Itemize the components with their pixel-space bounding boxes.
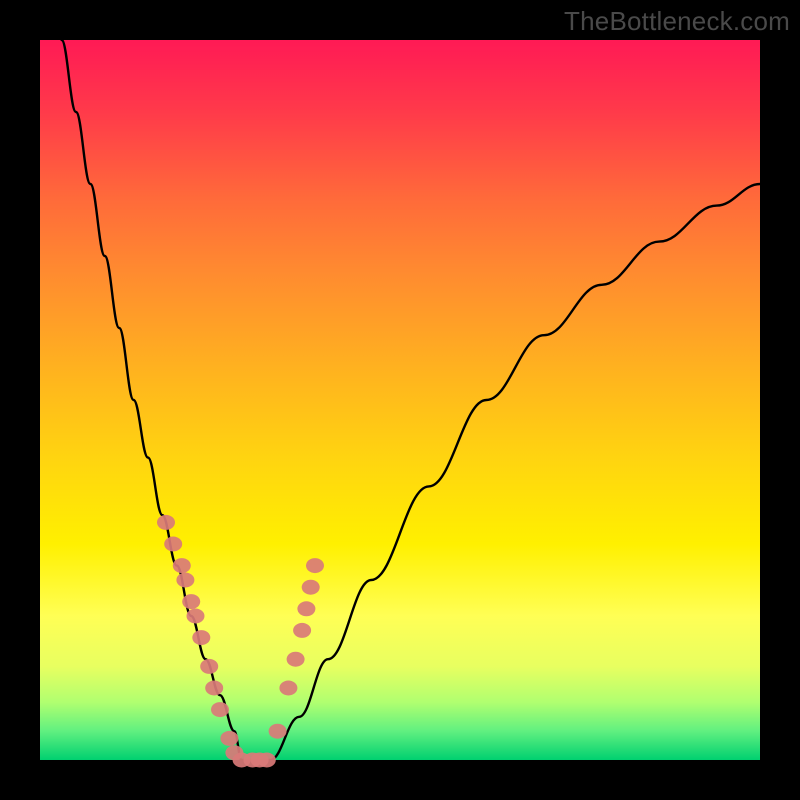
marker-point (220, 731, 238, 746)
marker-point (200, 659, 218, 674)
curve-layer (40, 40, 760, 760)
marker-point (293, 623, 311, 638)
highlight-points (157, 515, 324, 768)
marker-point (173, 558, 191, 573)
marker-point (258, 753, 276, 768)
marker-point (164, 537, 182, 552)
marker-point (157, 515, 175, 530)
marker-point (187, 609, 205, 624)
marker-point (176, 573, 194, 588)
bottleneck-curve (62, 40, 760, 760)
plot-area (40, 40, 760, 760)
watermark-text: TheBottleneck.com (564, 6, 790, 37)
marker-point (269, 724, 287, 739)
marker-point (279, 681, 297, 696)
marker-point (192, 630, 210, 645)
marker-point (287, 652, 305, 667)
marker-point (306, 558, 324, 573)
marker-point (182, 594, 200, 609)
marker-point (211, 702, 229, 717)
chart-frame: TheBottleneck.com (0, 0, 800, 800)
marker-point (302, 580, 320, 595)
marker-point (205, 681, 223, 696)
marker-point (297, 601, 315, 616)
